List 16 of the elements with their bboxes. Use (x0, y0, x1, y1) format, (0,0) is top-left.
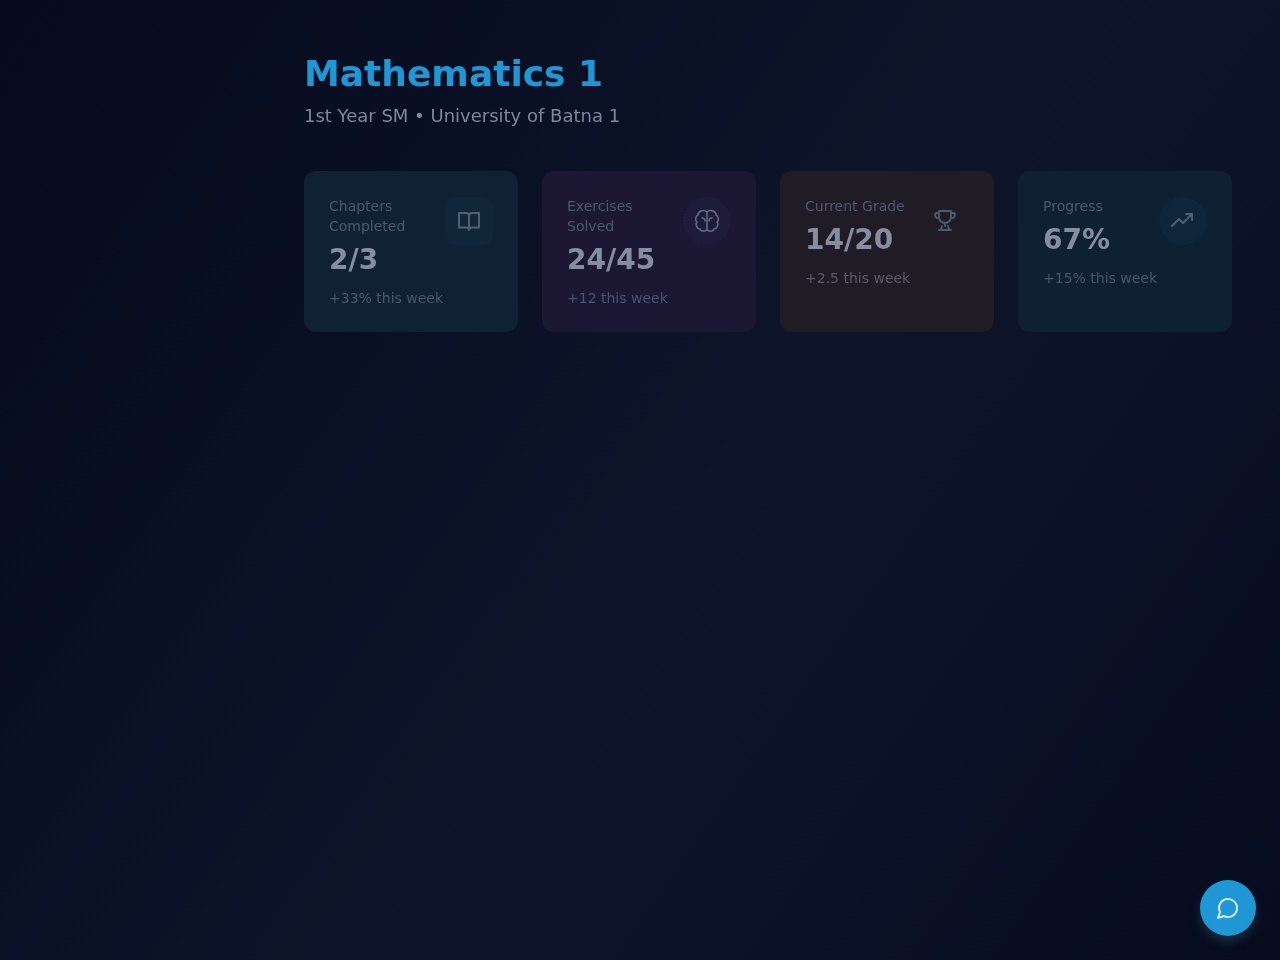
stat-label: Current Grade (805, 197, 905, 216)
stat-label: Chapters Completed (329, 197, 407, 236)
stat-change: +2.5 this week (805, 269, 911, 288)
chat-button[interactable] (1200, 880, 1256, 936)
brain-icon (683, 197, 731, 245)
stat-value: 2/3 (329, 242, 379, 278)
chat-bubble-icon (1216, 896, 1240, 920)
stat-change: +12 this week (567, 289, 668, 308)
page-subtitle: 1st Year SM • University of Batna 1 (304, 104, 621, 128)
trend-up-icon (1159, 197, 1207, 245)
stat-value: 24/45 (567, 242, 656, 278)
stat-value: 67% (1043, 222, 1111, 258)
page-title: Mathematics 1 (304, 52, 604, 96)
stat-value: 14/20 (805, 222, 894, 258)
stat-label: Exercises Solved (567, 197, 634, 236)
stat-label: Progress (1043, 197, 1103, 216)
